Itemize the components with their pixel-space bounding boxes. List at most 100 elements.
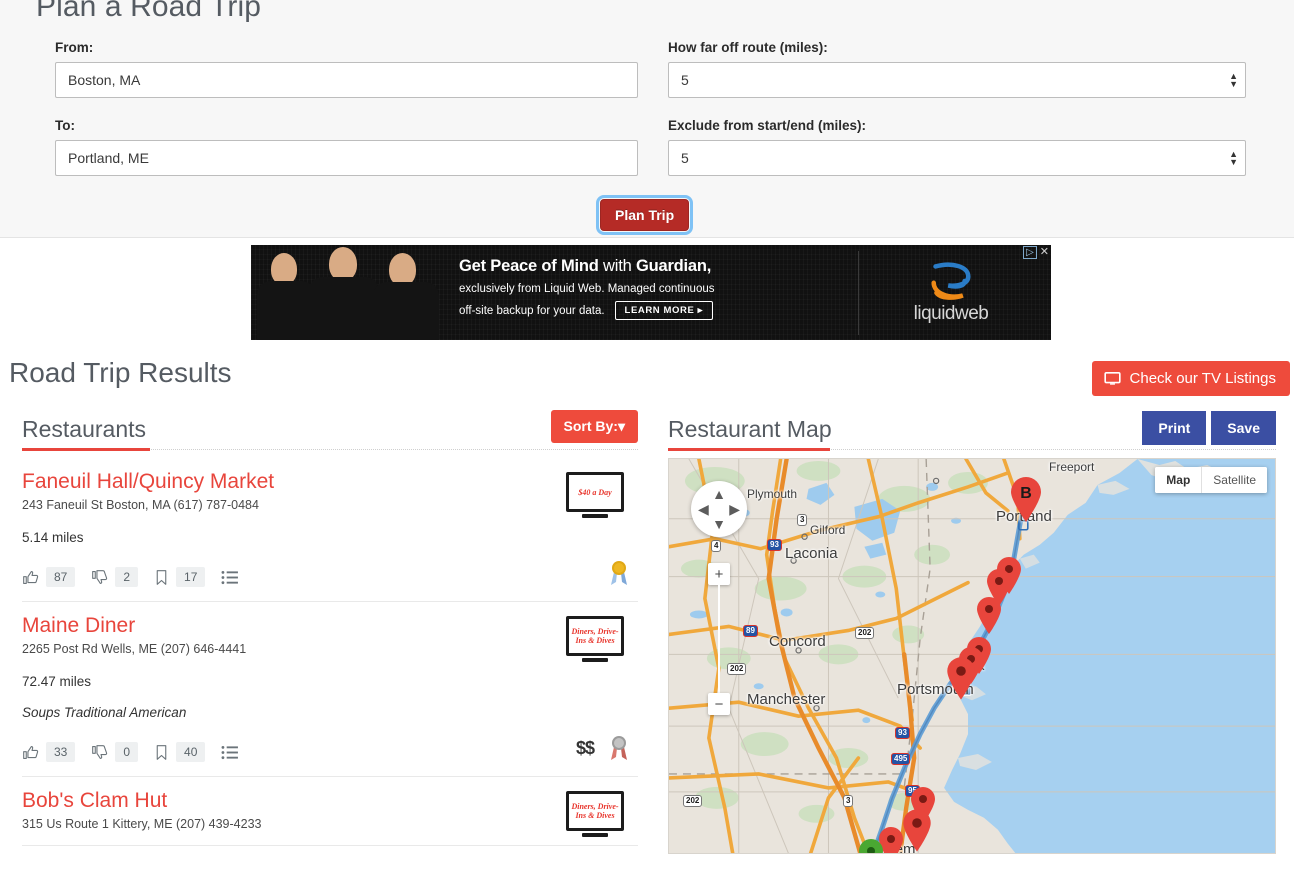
to-field-group: To: [55,118,638,176]
list-icon[interactable] [221,570,239,585]
restaurant-badges [608,560,630,587]
map-city-label: Manchester [747,691,826,708]
route-shield: 93 [767,539,782,551]
details-list-stat[interactable] [221,570,239,585]
thumbs-down-icon[interactable] [91,744,108,761]
tv-show-title: $40 a Day [578,487,612,497]
pan-down-icon[interactable]: ▼ [712,517,726,531]
restaurants-column: Restaurants Sort By:▾ Faneuil Hall/Quinc… [22,410,638,846]
details-list-stat[interactable] [221,745,239,760]
restaurant-distance: 5.14 miles [22,530,84,545]
plan-trip-button[interactable]: Plan Trip [595,195,694,235]
dislike-stat[interactable]: 0 [91,742,139,762]
map-marker-destination[interactable]: B [1009,477,1043,528]
restaurant-address: 315 Us Route 1 Kittery, ME (207) 439-423… [22,817,262,831]
ad-subline-1: exclusively from Liquid Web. Managed con… [459,283,715,295]
off-route-field-group: How far off route (miles): ▲ ▼ [668,40,1246,98]
exclude-input[interactable] [668,140,1246,176]
page-title: Plan a Road Trip [36,0,262,23]
from-label: From: [55,40,94,55]
restaurant-name-link[interactable]: Faneuil Hall/Quincy Market [22,470,274,494]
ad-headline-bold-1: Get Peace of Mind [459,257,599,275]
restaurants-section-header: Restaurants Sort By:▾ [22,410,638,458]
tv-stand [582,514,608,518]
restaurant-badges: $$ [576,735,630,762]
pan-right-icon[interactable]: ▶ [729,502,740,516]
save-stat[interactable]: 17 [154,567,206,587]
ad-learn-more-button[interactable]: LEARN MORE ▸ [614,301,714,320]
zoom-in-button[interactable]: + [708,563,730,585]
thumbs-up-icon[interactable] [22,744,39,761]
price-level: $$ [575,738,595,758]
bookmark-icon[interactable] [154,569,169,586]
map-type-satellite-button[interactable]: Satellite [1201,467,1267,493]
restaurant-list-item: Faneuil Hall/Quincy Market 243 Faneuil S… [22,458,638,602]
restaurant-address: 243 Faneuil St Boston, MA (617) 787-0484 [22,498,259,512]
like-count: 33 [46,742,76,762]
to-input[interactable] [55,140,638,176]
restaurant-map[interactable]: Freeport Portland Plymouth Gilford Lacon… [668,458,1276,854]
sort-by-button[interactable]: Sort By:▾ [550,410,638,443]
map-marker-origin[interactable] [857,839,885,853]
from-field-group: From: [55,40,638,98]
off-route-label: How far off route (miles): [668,40,828,55]
map-heading: Restaurant Map [668,416,832,442]
from-input[interactable] [55,62,638,98]
restaurant-stats-row: 87 2 17 [22,567,638,587]
restaurant-list-item: Maine Diner 2265 Post Rd Wells, ME (207)… [22,602,638,777]
dislike-stat[interactable]: 2 [91,567,139,587]
like-stat[interactable]: 33 [22,742,76,762]
print-map-button[interactable]: Print [1142,411,1207,445]
advertisement-banner[interactable]: Get Peace of Mind with Guardian, exclusi… [251,245,1051,340]
list-icon[interactable] [221,745,239,760]
thumbs-up-icon[interactable] [22,569,39,586]
zoom-slider-track[interactable] [718,585,720,693]
restaurants-heading: Restaurants [22,416,147,442]
map-marker-restaurant[interactable] [901,809,933,853]
tv-show-thumbnail: Diners, Drive-Ins & Dives [566,616,624,662]
map-zoom-control[interactable]: + − [708,563,730,715]
thumbs-down-icon[interactable] [91,569,108,586]
to-label: To: [55,118,75,133]
route-shield: 89 [743,625,758,637]
check-tv-listings-button[interactable]: Check our TV Listings [1091,361,1290,396]
restaurant-name-link[interactable]: Bob's Clam Hut [22,789,167,813]
dislike-count: 0 [115,742,139,762]
map-pan-control[interactable]: ▲ ▼ ◀ ▶ [691,481,747,537]
stepper-down-icon[interactable]: ▼ [1229,158,1238,167]
stepper-down-icon[interactable]: ▼ [1229,80,1238,89]
map-marker-restaurant[interactable] [945,657,977,706]
tv-stand [582,658,608,662]
map-type-map-button[interactable]: Map [1155,467,1202,493]
close-icon[interactable]: ✕ [1040,247,1049,258]
pan-up-icon[interactable]: ▲ [712,487,726,501]
ad-people-photo [251,245,441,340]
off-route-stepper[interactable]: ▲ ▼ [1229,72,1238,89]
bookmark-icon[interactable] [154,744,169,761]
restaurant-list-item: Bob's Clam Hut 315 Us Route 1 Kittery, M… [22,777,638,846]
tv-stand [582,833,608,837]
save-map-button[interactable]: Save [1211,411,1276,445]
exclude-field-group: Exclude from start/end (miles): ▲ ▼ [668,118,1246,176]
pan-left-icon[interactable]: ◀ [698,502,709,516]
map-marker-restaurant[interactable] [975,597,1003,640]
exclude-label: Exclude from start/end (miles): [668,118,867,133]
route-shield: 3 [843,795,854,807]
restaurant-name-link[interactable]: Maine Diner [22,614,135,638]
save-stat[interactable]: 40 [154,742,206,762]
ad-choices-controls[interactable]: ▷ ✕ [1023,246,1049,259]
destination-marker-letter: B [1020,485,1032,502]
map-type-control[interactable]: Map Satellite [1155,467,1267,493]
adchoices-icon[interactable]: ▷ [1023,246,1037,259]
tv-show-title: Diners, Drive-Ins & Dives [571,802,619,820]
route-shield: 495 [891,753,911,765]
plan-trip-button-wrap: Plan Trip [595,195,694,235]
save-count: 40 [176,742,206,762]
ad-brand-name: liquidweb [913,303,989,324]
tv-monitor-icon [1103,372,1121,385]
route-shield: 202 [683,795,703,807]
exclude-stepper[interactable]: ▲ ▼ [1229,150,1238,167]
off-route-input[interactable] [668,62,1246,98]
zoom-out-button[interactable]: − [708,693,730,715]
like-stat[interactable]: 87 [22,567,76,587]
